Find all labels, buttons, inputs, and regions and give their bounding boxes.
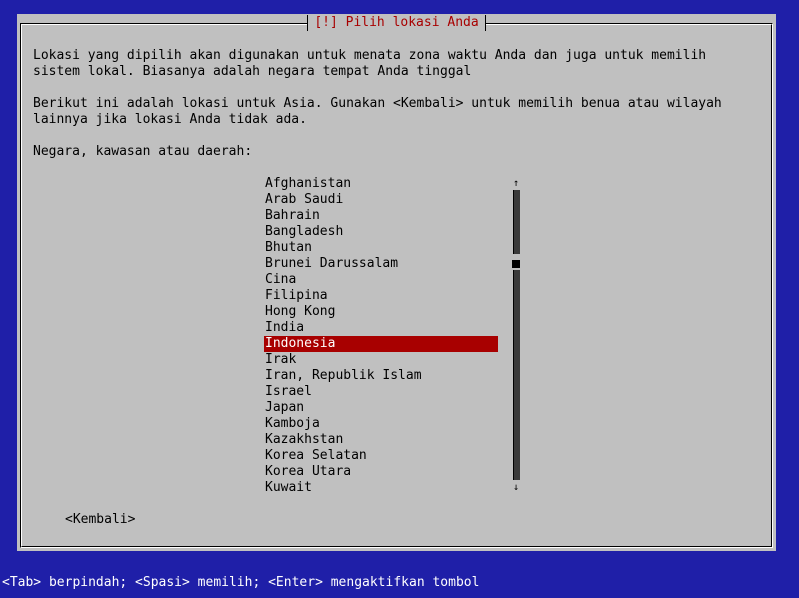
back-button[interactable]: <Kembali>: [65, 512, 135, 528]
country-item[interactable]: Kazakhstan: [264, 432, 498, 448]
country-item[interactable]: India: [264, 320, 498, 336]
info-line-2: lainnya jika lokasi Anda tidak ada.: [33, 112, 307, 127]
country-item[interactable]: Irak: [264, 352, 498, 368]
scroll-track-upper[interactable]: [513, 190, 520, 254]
info-line-1: Berikut ini adalah lokasi untuk Asia. Gu…: [33, 96, 722, 111]
dialog-title: [!] Pilih lokasi Anda: [307, 15, 486, 31]
country-item[interactable]: Kamboja: [264, 416, 498, 432]
status-bar: <Tab> berpindah; <Spasi> memilih; <Enter…: [0, 575, 799, 591]
scroll-track-lower[interactable]: [513, 270, 520, 480]
country-item[interactable]: Korea Selatan: [264, 448, 498, 464]
country-item[interactable]: Arab Saudi: [264, 192, 498, 208]
country-item[interactable]: Bahrain: [264, 208, 498, 224]
country-item[interactable]: Brunei Darussalam: [264, 256, 498, 272]
scroll-down-icon[interactable]: ↓: [512, 480, 520, 496]
country-item[interactable]: Hong Kong: [264, 304, 498, 320]
country-item[interactable]: Israel: [264, 384, 498, 400]
country-item[interactable]: Japan: [264, 400, 498, 416]
country-item[interactable]: Cina: [264, 272, 498, 288]
description-line-2: sistem lokal. Biasanya adalah negara tem…: [33, 64, 472, 79]
country-list[interactable]: Afghanistan Arab Saudi Bahrain Bangladesh Bh…: [264, 176, 498, 496]
installer-dialog: [!] Pilih lokasi Anda Lokasi yang dipili…: [17, 14, 776, 551]
description-line-1: Lokasi yang dipilih akan digunakan untuk…: [33, 48, 707, 63]
country-item[interactable]: Bangladesh: [264, 224, 498, 240]
country-item[interactable]: Filipina: [264, 288, 498, 304]
scroll-thumb[interactable]: [512, 260, 520, 268]
country-item[interactable]: Bhutan: [264, 240, 498, 256]
country-item[interactable]: Iran, Republik Islam: [264, 368, 498, 384]
country-item-selected[interactable]: Indonesia: [264, 336, 498, 352]
country-prompt: Negara, kawasan atau daerah:: [33, 144, 253, 159]
list-scrollbar[interactable]: ↑ ↓: [512, 176, 520, 496]
country-item[interactable]: Afghanistan: [264, 176, 498, 192]
country-item[interactable]: Korea Utara: [264, 464, 498, 480]
country-item[interactable]: Kuwait: [264, 480, 498, 496]
dialog-title-bar: [!] Pilih lokasi Anda: [17, 15, 776, 31]
